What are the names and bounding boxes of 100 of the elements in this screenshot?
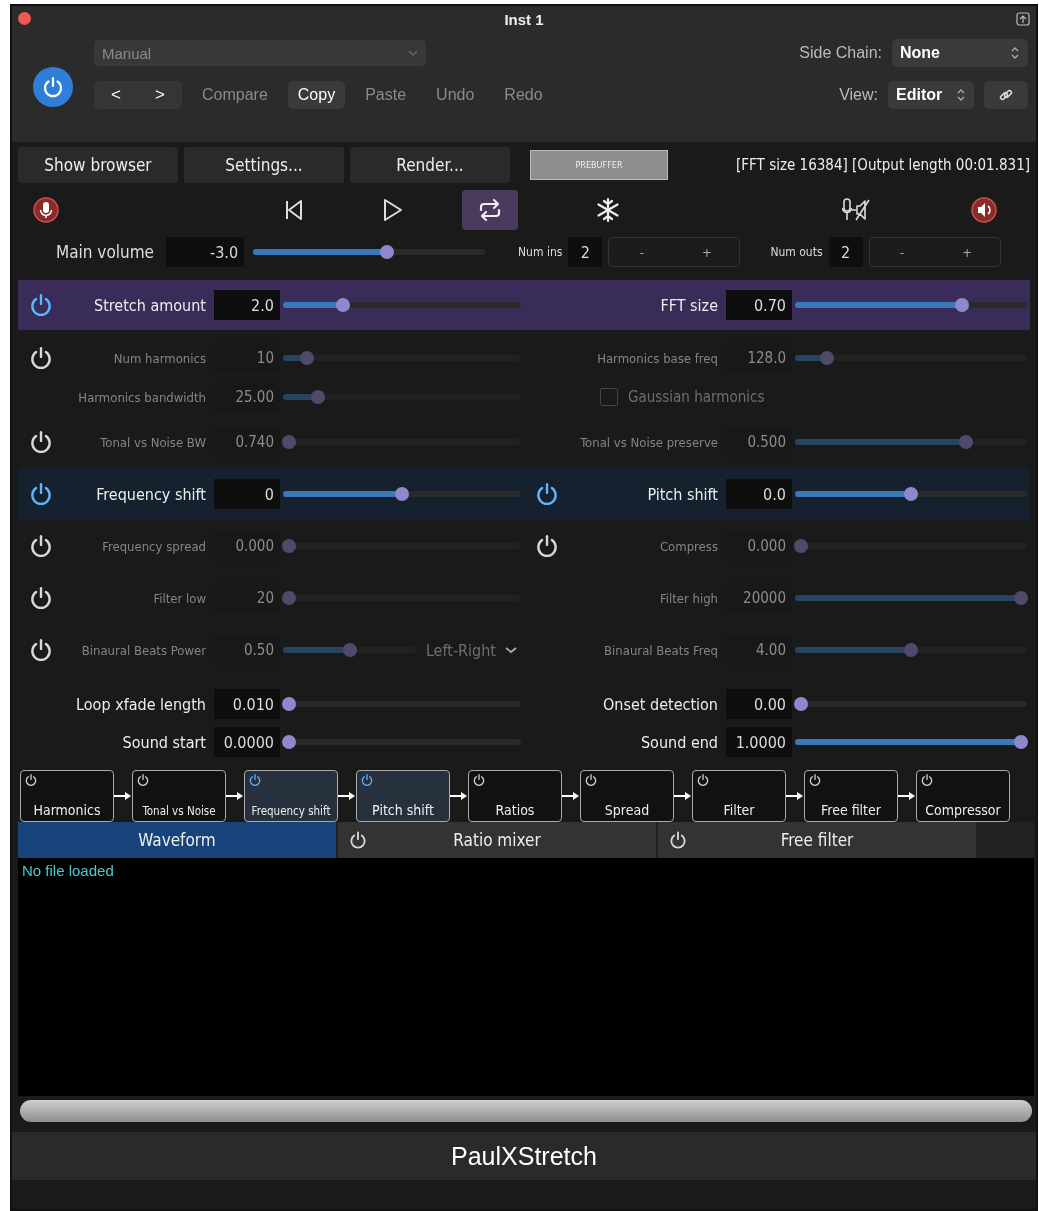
slider[interactable] [282, 734, 522, 750]
value-field[interactable]: 2.0 [214, 290, 280, 320]
power-icon[interactable] [28, 345, 54, 371]
slider[interactable] [282, 538, 522, 554]
speaker-icon [970, 196, 998, 224]
toolbar-button[interactable]: Show browser [18, 147, 178, 183]
value-field[interactable]: 2 [828, 237, 863, 267]
power-icon[interactable] [920, 773, 934, 787]
value-field[interactable]: -3.0 [166, 237, 245, 267]
parameter-label: Pitch shift [646, 484, 719, 504]
module-button[interactable]: Filter [692, 770, 786, 822]
value-field[interactable]: 0.010 [214, 689, 280, 719]
slider[interactable] [282, 350, 522, 366]
toolbar-button[interactable]: Render... [350, 147, 510, 183]
slider[interactable] [794, 642, 1028, 658]
slider[interactable] [282, 642, 418, 658]
transport-button[interactable] [462, 190, 518, 230]
module-button[interactable]: Tonal vs Noise [132, 770, 226, 822]
slider[interactable] [282, 434, 522, 450]
power-icon[interactable] [136, 773, 150, 787]
power-icon[interactable] [360, 773, 374, 787]
slider-thumb[interactable] [395, 487, 409, 501]
nav-button[interactable]: > [138, 81, 182, 109]
slider-thumb[interactable] [954, 298, 969, 312]
header-button[interactable]: Copy [287, 81, 346, 109]
power-icon[interactable] [696, 773, 710, 787]
value-field[interactable]: 0.0000 [214, 727, 280, 757]
module-button[interactable]: Spread [580, 770, 674, 822]
slider[interactable] [794, 434, 1028, 450]
value-field[interactable]: 0 [214, 479, 280, 509]
chevron-icon [504, 645, 518, 655]
power-icon[interactable] [534, 533, 560, 559]
slider[interactable] [282, 389, 522, 405]
power-icon[interactable] [668, 830, 688, 850]
power-icon[interactable] [808, 773, 822, 787]
slider[interactable] [252, 244, 487, 260]
slider[interactable] [794, 696, 1028, 712]
value-field[interactable]: 0.0 [726, 479, 792, 509]
tab[interactable]: Waveform [18, 822, 336, 858]
step-button[interactable]: - [609, 238, 675, 266]
expand-icon[interactable] [1016, 12, 1030, 26]
slider-thumb[interactable] [336, 298, 351, 312]
arrow-icon [114, 791, 132, 801]
slider-thumb[interactable] [282, 697, 296, 711]
value-field[interactable]: 2 [568, 237, 603, 267]
slider-thumb[interactable] [904, 487, 918, 501]
power-icon[interactable] [584, 773, 598, 787]
power-icon[interactable] [28, 481, 54, 507]
power-icon[interactable] [472, 773, 486, 787]
value-field[interactable]: 0.00 [726, 689, 792, 719]
slider[interactable] [794, 486, 1028, 502]
module-button[interactable]: Free filter [804, 770, 898, 822]
power-icon[interactable] [28, 533, 54, 559]
slider[interactable] [282, 486, 522, 502]
power-icon[interactable] [534, 481, 560, 507]
step-button[interactable]: + [674, 238, 740, 266]
module-button[interactable]: Harmonics [20, 770, 114, 822]
value-field[interactable]: 0.70 [726, 290, 792, 320]
link-button[interactable] [984, 81, 1028, 109]
power-icon[interactable] [248, 773, 262, 787]
tab[interactable]: Free filter [658, 822, 976, 858]
power-icon[interactable] [28, 585, 54, 611]
slider-thumb[interactable] [794, 697, 808, 711]
slider[interactable] [794, 538, 1028, 554]
scrollbar[interactable] [20, 1100, 1032, 1122]
parameter-label: Binaural Beats Freq [603, 642, 719, 658]
slider[interactable] [794, 297, 1028, 313]
count-label: Num ins [518, 245, 563, 259]
module-button[interactable]: Pitch shift [356, 770, 450, 822]
step-button[interactable]: - [869, 238, 935, 266]
app-title: PaulXStretch [451, 1141, 597, 1171]
close-button[interactable] [18, 12, 31, 25]
parameter-label: Harmonics bandwidth [77, 389, 207, 405]
slider-thumb[interactable] [282, 735, 296, 749]
side-chain-select[interactable]: None [892, 39, 1028, 67]
step-button[interactable]: + [934, 238, 1000, 266]
slider[interactable] [282, 696, 522, 712]
module-button[interactable]: Compressor [916, 770, 1010, 822]
parameter-label: Sound end [639, 732, 719, 752]
power-icon[interactable] [28, 429, 54, 455]
power-button[interactable] [33, 67, 73, 107]
updown-icon [956, 88, 966, 102]
slider[interactable] [794, 590, 1028, 606]
slider[interactable] [794, 734, 1028, 750]
slider-thumb[interactable] [1014, 735, 1028, 749]
slider[interactable] [282, 297, 522, 313]
power-icon[interactable] [24, 773, 38, 787]
module-button[interactable]: Ratios [468, 770, 562, 822]
view-select[interactable]: Editor [888, 81, 974, 109]
value-field[interactable]: 1.0000 [726, 727, 792, 757]
slider-thumb[interactable] [379, 245, 394, 259]
toolbar-button[interactable]: Settings... [184, 147, 344, 183]
module-button[interactable]: Frequency shift [244, 770, 338, 822]
power-icon[interactable] [28, 292, 54, 318]
power-icon[interactable] [28, 637, 54, 663]
nav-button[interactable]: < [94, 81, 138, 109]
power-icon[interactable] [348, 830, 368, 850]
tab[interactable]: Ratio mixer [338, 822, 656, 858]
slider[interactable] [794, 350, 1028, 366]
slider[interactable] [282, 590, 522, 606]
